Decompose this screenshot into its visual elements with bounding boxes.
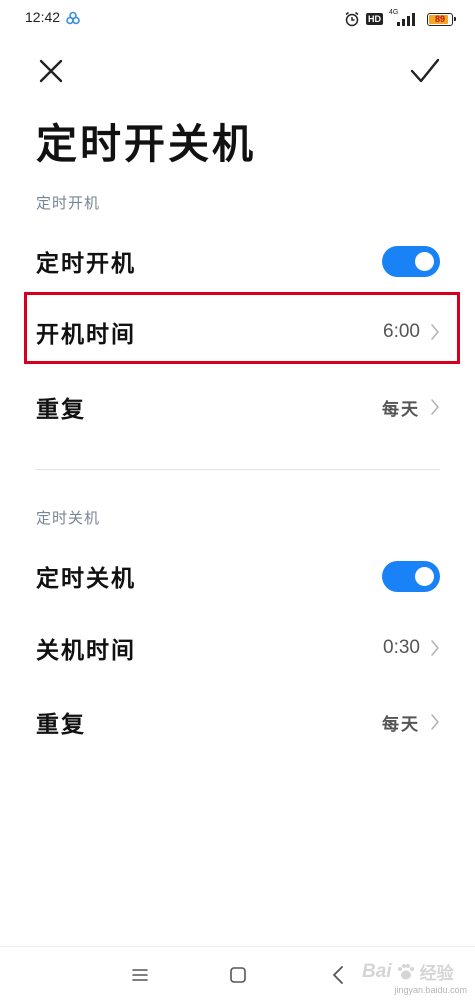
home-icon[interactable] — [228, 965, 248, 985]
toggle-knob — [415, 251, 434, 271]
toggle-knob — [415, 566, 434, 586]
power-off-repeat-label: 重复 — [36, 711, 86, 738]
section-header-power-off: 定时关机 — [36, 509, 101, 527]
power-off-toggle-label: 定时关机 — [36, 565, 136, 592]
watermark-url: jingyan.baidu.com — [394, 985, 467, 995]
power-on-repeat-value: 每天 — [382, 399, 420, 420]
power-off-time-right: 0:30 — [383, 637, 440, 659]
menu-icon[interactable] — [130, 965, 150, 985]
network-indicator: 4G — [389, 9, 419, 28]
chevron-right-icon — [431, 399, 439, 415]
highlight-box — [24, 292, 460, 364]
signal-icon — [397, 13, 415, 26]
power-on-toggle[interactable] — [382, 245, 440, 277]
power-on-repeat-label: 重复 — [36, 396, 86, 423]
battery-icon: 89 — [427, 12, 456, 26]
status-time: 12:42 — [25, 9, 61, 25]
power-off-repeat-right: 每天 — [382, 710, 440, 735]
power-off-time-label: 关机时间 — [36, 637, 136, 664]
section-header-power-on: 定时开机 — [36, 194, 101, 212]
power-on-toggle-row[interactable]: 定时开机 — [36, 241, 440, 281]
close-icon[interactable] — [36, 56, 66, 86]
chevron-right-icon — [431, 714, 439, 730]
cloud-app-icon — [66, 11, 80, 25]
back-icon[interactable] — [328, 964, 348, 986]
section-divider — [36, 469, 440, 470]
hd-badge: HD — [366, 13, 383, 25]
watermark-logo: Bai — [362, 960, 392, 982]
power-off-toggle[interactable] — [382, 560, 440, 592]
check-icon[interactable] — [409, 56, 441, 86]
status-bar: 12:42 HD 4G 89 — [0, 0, 475, 38]
power-off-time-value: 0:30 — [383, 637, 420, 658]
power-on-toggle-label: 定时开机 — [36, 250, 136, 277]
paw-icon — [397, 963, 414, 979]
baidu-watermark: Bai 经验 — [362, 959, 454, 985]
power-off-toggle-row[interactable]: 定时关机 — [36, 556, 440, 596]
status-icons: HD 4G 89 — [344, 9, 456, 29]
power-off-repeat-value: 每天 — [382, 714, 420, 735]
power-off-repeat-row[interactable]: 重复 每天 — [36, 702, 440, 742]
power-on-repeat-row[interactable]: 重复 每天 — [36, 387, 440, 427]
alarm-icon — [345, 11, 359, 27]
page-title: 定时开关机 — [36, 120, 256, 168]
battery-text: 89 — [434, 13, 445, 24]
power-off-time-row[interactable]: 关机时间 0:30 — [36, 628, 440, 668]
chevron-right-icon — [431, 640, 439, 656]
navigation-bar: Bai 经验 — [0, 946, 475, 1004]
power-on-repeat-right: 每天 — [382, 395, 440, 420]
watermark-jingyan: 经验 — [419, 964, 454, 984]
